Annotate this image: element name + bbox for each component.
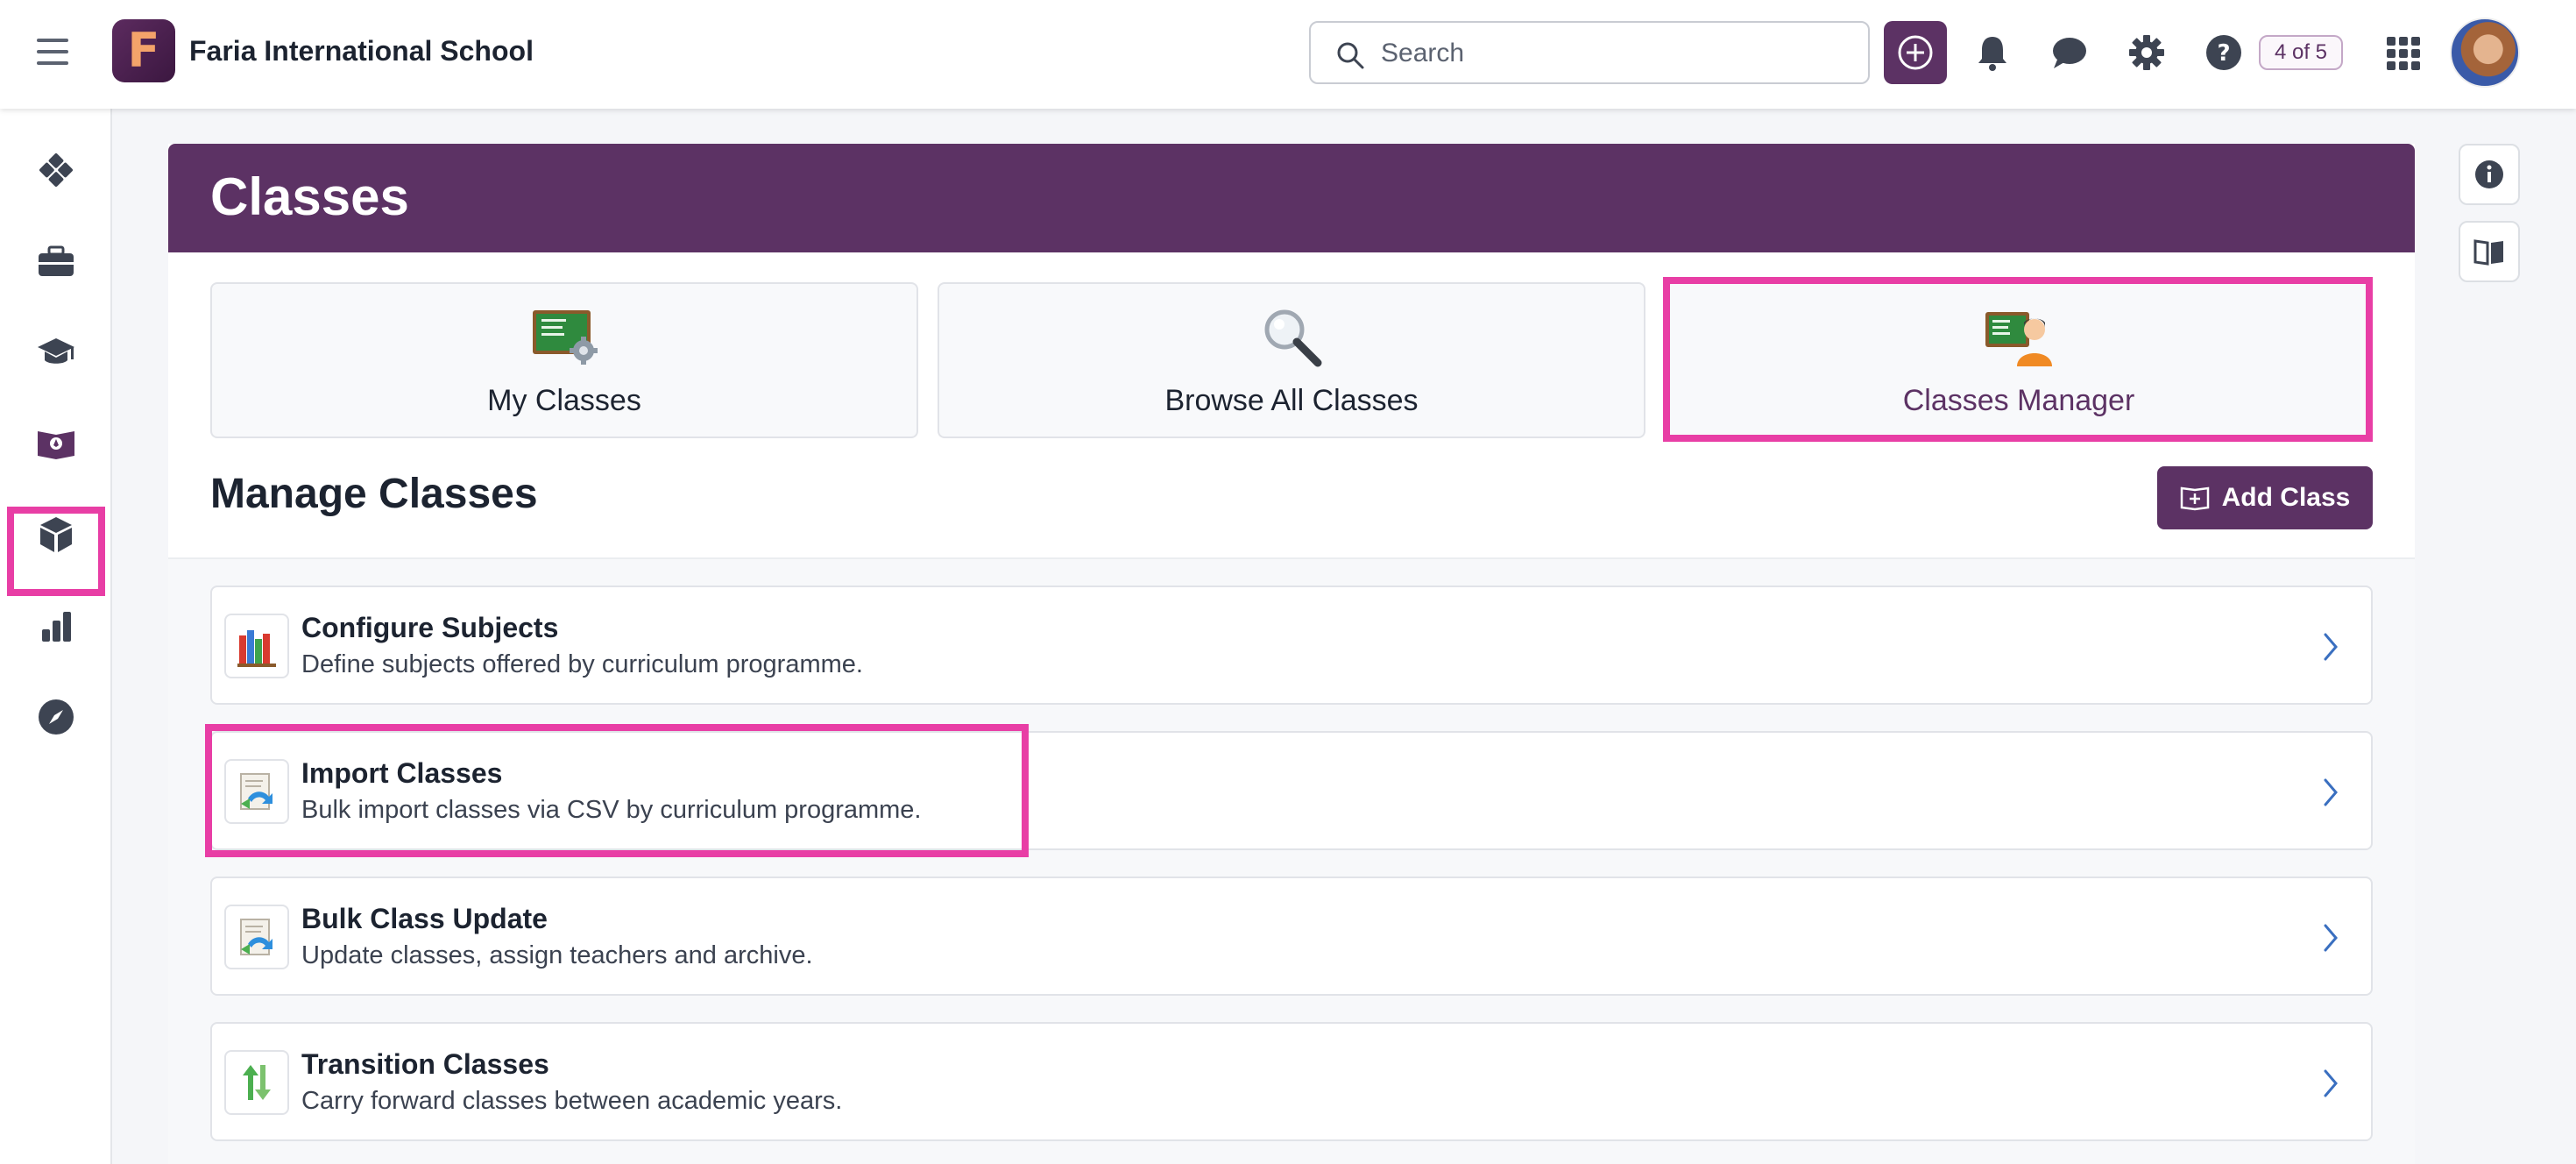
chat-icon[interactable] [2049,32,2091,74]
row-bulk-class-update[interactable]: Bulk Class Update Update classes, assign… [210,877,2373,996]
guide-button[interactable] [2459,221,2520,282]
row-description: Bulk import classes via CSV by curriculu… [301,796,922,824]
books-icon [224,614,289,678]
transition-arrows-icon [224,1050,289,1115]
import-document-icon [224,759,289,824]
sidebar-item-explore[interactable] [28,689,84,745]
tile-label: Classes Manager [1902,384,2135,417]
row-title: Bulk Class Update [301,903,548,934]
tile-my-classes[interactable]: My Classes [210,282,918,438]
plus-circle-icon [1898,35,1933,70]
row-description: Carry forward classes between academic y… [301,1087,843,1115]
sidebar-item-students[interactable] [28,324,84,380]
row-description: Update classes, assign teachers and arch… [301,941,813,969]
manage-list: Configure Subjects Define subjects offer… [168,557,2415,1164]
sidebar-item-dashboard[interactable] [28,142,84,198]
tile-label: My Classes [487,384,641,417]
sidebar-item-reports[interactable] [28,598,84,654]
search-icon [1337,42,1364,69]
compass-icon [39,699,74,735]
book-icon [2473,239,2503,266]
apps-grid-icon[interactable] [2387,37,2420,70]
left-sidebar [0,109,112,1164]
info-button[interactable] [2459,144,2520,205]
sidebar-item-portfolio[interactable] [28,233,84,289]
school-name[interactable]: Faria International School [189,35,534,67]
main-panel: Classes My Classes Browse All Classes Cl… [168,144,2415,1164]
bar-chart-icon [42,612,71,642]
sidebar-highlight [7,507,105,596]
row-import-classes[interactable]: Import Classes Bulk import classes via C… [210,731,2373,850]
chevron-right-icon [2313,1066,2348,1101]
create-button[interactable] [1884,21,1947,84]
row-title: Configure Subjects [301,612,559,643]
svg-text:?: ? [2217,40,2230,67]
gear-icon[interactable] [2126,32,2168,74]
chalkboard-gear-icon [533,310,598,365]
tile-browse-all-classes[interactable]: Browse All Classes [938,282,1645,438]
graduation-cap-icon [38,338,74,364]
magnifier-icon [1264,309,1322,367]
page-banner: Classes [168,144,2415,252]
diamond-grid-icon [39,153,73,187]
search-box[interactable] [1309,21,1870,84]
tile-classes-manager[interactable]: Classes Manager [1665,282,2373,438]
chalkboard-person-icon [1985,312,2052,366]
row-title: Import Classes [301,757,503,789]
search-input[interactable] [1381,35,1836,72]
chevron-right-icon [2313,920,2348,955]
school-logo[interactable]: F [112,19,175,82]
help-icon[interactable]: ? [2203,32,2245,74]
menu-icon[interactable] [37,39,68,67]
chevron-right-icon [2313,775,2348,810]
row-configure-subjects[interactable]: Configure Subjects Define subjects offer… [210,586,2373,705]
top-bar: F Faria International School ? 4 of 5 [0,0,2576,109]
page-title: Classes [210,167,409,226]
row-transition-classes[interactable]: Transition Classes Carry forward classes… [210,1022,2373,1141]
sidebar-item-classes[interactable] [28,415,84,472]
add-class-icon [2180,486,2209,511]
add-class-label: Add Class [2221,483,2351,512]
section-title: Manage Classes [210,471,538,517]
row-title: Transition Classes [301,1048,549,1080]
classroom-board-icon [38,431,74,459]
info-icon [2475,160,2503,188]
avatar[interactable] [2450,18,2520,88]
help-counter-badge[interactable]: 4 of 5 [2259,35,2343,70]
add-class-button[interactable]: Add Class [2157,466,2373,529]
briefcase-icon [39,245,74,276]
logo-letter: F [127,23,160,78]
row-description: Define subjects offered by curriculum pr… [301,650,863,678]
bell-icon[interactable] [1971,32,2013,74]
update-document-icon [224,905,289,969]
tile-label: Browse All Classes [1164,384,1419,417]
chevron-right-icon [2313,629,2348,664]
